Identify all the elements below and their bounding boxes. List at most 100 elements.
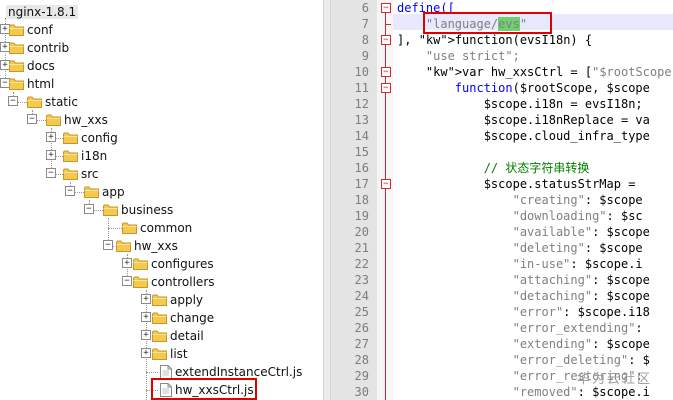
tree-item-controllers[interactable]: controllers [133,273,215,291]
expand-icon[interactable]: + [141,294,151,304]
fold-collapse-icon[interactable]: − [381,35,391,45]
code-line: function($rootScope, $scope [454,81,650,95]
collapse-icon[interactable]: − [65,186,75,196]
line-number: 19 [354,209,369,223]
folder-icon [63,132,78,144]
code-line: "error": $scope.i18 [512,305,650,319]
code-line: "in-use": $scope.i [512,257,643,271]
line-number: 12 [354,97,369,111]
expand-icon[interactable]: + [141,348,151,358]
collapse-icon[interactable]: − [46,168,56,178]
tree-item-list[interactable]: list [152,345,188,363]
tree-item-docs[interactable]: docs [9,57,55,75]
collapse-icon[interactable]: − [8,96,18,106]
expand-icon[interactable]: + [141,312,151,322]
tree-root-nginx[interactable]: nginx-1.8.1 [3,3,79,21]
line-number: 23 [354,273,369,287]
collapse-icon[interactable]: − [27,114,37,124]
panel-splitter[interactable] [323,0,331,400]
collapse-icon[interactable]: − [84,204,94,214]
line-number: 22 [354,257,369,271]
fold-line [385,189,386,400]
folder-open-icon [27,96,42,108]
tree-item-label: html [27,77,55,91]
tree-item-business[interactable]: business [103,201,173,219]
tree-item-detail[interactable]: detail [152,327,204,345]
tree-item-src[interactable]: src [63,165,99,183]
line-number: 28 [354,353,369,367]
code-editor[interactable]: 6 7 8 9 10 11 12 13 14 15 16 17 18 19 20… [331,0,673,400]
expand-icon[interactable]: + [122,258,132,268]
line-number: 10 [354,65,369,79]
tree-item-label: static [45,95,78,109]
highlight-box [423,12,552,34]
tree-item-label: hw_xxs [134,239,178,253]
code-line: "extending": $scope [512,337,650,351]
code-line: ], "kw">function(evsI18n) { [397,33,593,47]
tree-item-config[interactable]: config [63,129,118,147]
line-number: 16 [354,161,369,175]
code-line: $scope.cloud_infra_type [397,129,650,143]
folder-icon [133,258,148,270]
code-line: "error_extending": [512,321,643,335]
code-line: $scope.i18nReplace = va [397,113,650,127]
line-number: 8 [361,33,369,47]
tree-item-apply[interactable]: apply [152,291,203,309]
fold-collapse-icon[interactable]: − [381,67,391,77]
tree-item-label: conf [27,23,53,37]
fold-collapse-icon[interactable]: − [381,179,391,189]
file-tree-panel: + + + − − − + + − − − − + − + + + + ngin… [0,0,323,400]
line-number: 21 [354,241,369,255]
expand-icon[interactable]: + [46,132,56,142]
tree-item-conf[interactable]: conf [9,21,53,39]
folder-open-icon [103,204,118,216]
tree-item-html[interactable]: html [9,75,54,93]
expand-icon[interactable]: + [46,150,56,160]
tree-item-static[interactable]: static [27,93,78,111]
line-number: 29 [354,369,369,383]
tree-item-hw-xxs-sub[interactable]: hw_xxs [116,237,178,255]
tree-item-change[interactable]: change [152,309,214,327]
tree-item-label: apply [170,293,204,307]
folder-icon [9,60,24,72]
collapse-icon[interactable]: − [103,240,113,250]
fold-collapse-icon[interactable]: − [381,83,391,93]
line-number: 27 [354,337,369,351]
tree-item-common[interactable]: common [122,219,192,237]
tree-line [146,372,158,373]
folder-icon [152,330,167,342]
tree-item-app[interactable]: app [84,183,125,201]
folder-icon [63,150,78,162]
line-number: 13 [354,113,369,127]
tree-item-label: src [81,167,99,181]
tree-item-hw-xxs[interactable]: hw_xxs [46,111,108,129]
tree-item-configures[interactable]: configures [133,255,214,273]
collapse-icon[interactable]: − [122,276,132,286]
expand-icon[interactable]: + [141,330,151,340]
tree-line [146,290,147,400]
tree-item-label: configures [151,257,214,271]
code-line: "deleting": $scope [512,241,643,255]
tree-item-label: hw_xxs [64,113,108,127]
fold-collapse-icon[interactable]: − [381,3,391,13]
line-number: 11 [354,81,369,95]
tree-item-label: extendInstanceCtrl.js [175,365,303,379]
code-line: $scope.statusStrMap = [397,177,643,191]
tree-item-label: common [140,221,193,235]
tree-item-contrib[interactable]: contrib [9,39,69,57]
highlight-box [151,378,257,400]
tree-item-i18n[interactable]: i18n [63,147,107,165]
fold-line [385,93,386,179]
watermark: 华为云社区 [577,372,653,387]
code-line: "detaching": $scope [512,289,650,303]
folder-open-icon [133,276,148,288]
line-number: 15 [354,145,369,159]
tree-item-label: change [170,311,215,325]
tree-item-label: config [81,131,118,145]
folder-icon [122,222,137,234]
line-number: 18 [354,193,369,207]
code-line: "kw">var hw_xxsCtrl = ["$rootScope" [425,65,673,79]
line-number: 17 [354,177,369,191]
folder-icon [152,294,167,306]
line-number: 25 [354,305,369,319]
